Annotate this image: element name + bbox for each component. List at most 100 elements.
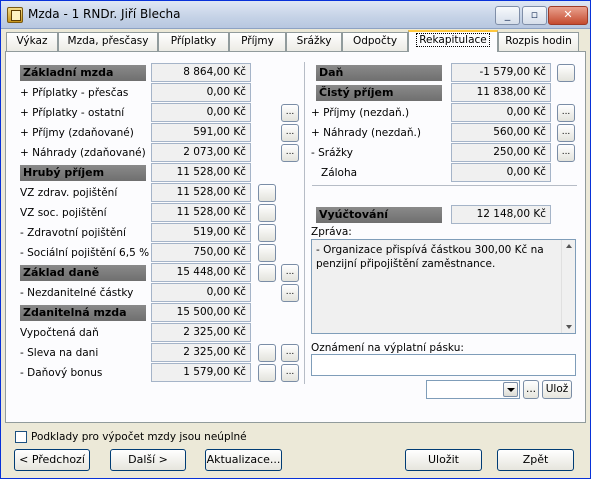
- danovy-bonus-details-button[interactable]: ...: [281, 364, 299, 382]
- value-nezdanitelne-castky: 0,00 Kč: [151, 283, 251, 302]
- oznameni-select[interactable]: [426, 380, 520, 399]
- next-button[interactable]: Další >: [110, 449, 186, 471]
- value-sleva-na-dani: 2 325,00 Kč: [151, 343, 251, 362]
- tab-odpocty[interactable]: Odpočty: [342, 32, 408, 51]
- value-hruby-prijem: 11 528,00 Kč: [151, 163, 251, 182]
- value-vypoctena-dan: 2 325,00 Kč: [151, 323, 251, 342]
- tab-vykaz[interactable]: Výkaz: [6, 32, 58, 51]
- update-button[interactable]: Aktualizace...: [205, 449, 282, 471]
- value-srazky: 250,00 Kč: [451, 143, 551, 162]
- value-cisty-prijem: 11 838,00 Kč: [451, 83, 551, 102]
- value-socialni-pojisteni: 750,00 Kč: [151, 243, 251, 262]
- header-zaklad-dane: Základ daně: [20, 265, 146, 281]
- zaklad-dane-details-button[interactable]: ...: [281, 264, 299, 282]
- value-zakladni-mzda: 8 864,00 Kč: [151, 63, 251, 82]
- value-danovy-bonus: 1 579,00 Kč: [151, 363, 251, 382]
- value-priplatky-ostatni: 0,00 Kč: [151, 103, 251, 122]
- scroll-down-icon[interactable]: [566, 325, 572, 329]
- nahrady-zdanovane-details-button[interactable]: ...: [281, 144, 299, 162]
- label-zprava: Zpráva:: [311, 226, 352, 238]
- scroll-up-icon[interactable]: [566, 244, 572, 248]
- tab-prijmy[interactable]: Příjmy: [229, 32, 286, 51]
- previous-button[interactable]: < Předchozí: [14, 449, 90, 471]
- oznameni-browse-button[interactable]: ...: [523, 380, 539, 399]
- tab-rozpis-hodin[interactable]: Rozpis hodin: [498, 32, 579, 51]
- value-nahrady-nezdan: 560,00 Kč: [451, 123, 551, 142]
- payroll-window: Mzda - 1 RNDr. Jiří Blecha _ ▫ ✕ Výkaz M…: [0, 0, 591, 479]
- value-prijmy-nezdan: 0,00 Kč: [451, 103, 551, 122]
- tab-rekapitulace-label: Rekapitulace: [416, 33, 490, 47]
- label-prijmy-zdanovane: + Příjmy (zdaňované): [20, 127, 134, 139]
- value-vyuctovani: 12 148,00 Kč: [451, 205, 551, 224]
- sleva-na-dani-button[interactable]: [258, 344, 276, 362]
- value-nahrady-zdanovane: 2 073,00 Kč: [151, 143, 251, 162]
- header-zakladni-mzda: Základní mzda: [20, 65, 146, 81]
- sleva-na-dani-details-button[interactable]: ...: [281, 344, 299, 362]
- tab-strip: Výkaz Mzda, přesčasy Příplatky Příjmy Sr…: [1, 30, 590, 52]
- back-button[interactable]: Zpět: [497, 449, 574, 471]
- label-vz-soc: VZ soc. pojištění: [20, 207, 107, 219]
- label-zaloha: Záloha: [321, 167, 358, 179]
- divider: [312, 185, 577, 186]
- window-title: Mzda - 1 RNDr. Jiří Blecha: [28, 7, 181, 21]
- value-priplatky-prescas: 0,00 Kč: [151, 83, 251, 102]
- danovy-bonus-button[interactable]: [258, 364, 276, 382]
- label-priplatky-prescas: + Příplatky - přesčas: [20, 87, 129, 99]
- vz-soc-button[interactable]: [258, 204, 276, 222]
- incomplete-data-checkbox[interactable]: [15, 431, 27, 443]
- header-zdanitelna-mzda: Zdanitelná mzda: [20, 305, 146, 321]
- label-vypoctena-dan: Vypočtená daň: [20, 327, 99, 339]
- label-nahrady-nezdan: + Náhrady (nezdaň.): [311, 127, 421, 139]
- value-zdravotni-pojisteni: 519,00 Kč: [151, 223, 251, 242]
- socialni-pojisteni-button[interactable]: [258, 244, 276, 262]
- label-zdravotni-pojisteni: - Zdravotní pojištění: [20, 227, 126, 239]
- prijmy-zdanovane-details-button[interactable]: ...: [281, 124, 299, 142]
- nezdanitelne-castky-details-button[interactable]: ...: [281, 284, 299, 302]
- title-bar: Mzda - 1 RNDr. Jiří Blecha _ ▫ ✕: [1, 1, 590, 29]
- oznameni-input[interactable]: [311, 354, 576, 376]
- label-vz-zdrav: VZ zdrav. pojištění: [20, 187, 118, 199]
- tab-rekapitulace[interactable]: Rekapitulace: [408, 30, 498, 52]
- zaklad-dane-button[interactable]: [258, 264, 276, 282]
- app-icon: [7, 7, 23, 23]
- label-srazky: - Srážky: [311, 147, 353, 159]
- label-nahrady-zdanovane: + Náhrady (zdaňované): [20, 147, 146, 159]
- label-prijmy-nezdan: + Příjmy (nezdaň.): [311, 107, 410, 119]
- zprava-scrollbar[interactable]: [561, 240, 575, 333]
- priplatky-ostatni-details-button[interactable]: ...: [281, 104, 299, 122]
- header-dan: Daň: [316, 65, 442, 81]
- label-sleva-na-dani: - Sleva na dani: [20, 347, 99, 359]
- chevron-down-icon[interactable]: [503, 382, 518, 397]
- srazky-details-button[interactable]: ...: [557, 144, 575, 162]
- nahrady-nezdan-details-button[interactable]: ...: [557, 124, 575, 142]
- value-dan: -1 579,00 Kč: [451, 63, 551, 82]
- label-danovy-bonus: - Daňový bonus: [20, 367, 103, 379]
- zprava-text: - Organizace přispívá částkou 300,00 Kč …: [316, 244, 544, 270]
- header-vyuctovani: Vyúčtování: [316, 207, 442, 223]
- zprava-textarea[interactable]: - Organizace přispívá částkou 300,00 Kč …: [311, 239, 576, 334]
- recap-panel: Základní mzda 8 864,00 Kč + Příplatky - …: [5, 51, 586, 423]
- zdravotni-pojisteni-button[interactable]: [258, 224, 276, 242]
- save-button[interactable]: Uložit: [405, 449, 482, 471]
- dan-button[interactable]: [557, 64, 575, 82]
- minimize-button[interactable]: _: [495, 6, 520, 25]
- label-priplatky-ostatni: + Příplatky - ostatní: [20, 107, 125, 119]
- tab-priplatky[interactable]: Příplatky: [158, 32, 229, 51]
- tab-srazky[interactable]: Srážky: [286, 32, 342, 51]
- vz-zdrav-button[interactable]: [258, 184, 276, 202]
- header-hruby-prijem: Hrubý příjem: [20, 165, 146, 181]
- column-divider: [304, 62, 305, 384]
- label-socialni-pojisteni: - Sociální pojištění 6,5 %: [20, 247, 150, 259]
- tab-mzda-prescasy[interactable]: Mzda, přesčasy: [58, 32, 158, 51]
- restore-button[interactable]: ▫: [522, 6, 547, 25]
- close-button[interactable]: ✕: [548, 6, 588, 25]
- label-nezdanitelne-castky: - Nezdanitelné částky: [20, 287, 134, 299]
- value-vz-zdrav: 11 528,00 Kč: [151, 183, 251, 202]
- value-prijmy-zdanovane: 591,00 Kč: [151, 123, 251, 142]
- header-cisty-prijem: Čistý příjem: [316, 85, 442, 101]
- incomplete-data-label: Podklady pro výpočet mzdy jsou neúplné: [31, 431, 247, 443]
- value-zaloha: 0,00 Kč: [451, 163, 551, 182]
- value-vz-soc: 11 528,00 Kč: [151, 203, 251, 222]
- oznameni-uloz-button[interactable]: Ulož: [542, 380, 572, 399]
- prijmy-nezdan-details-button[interactable]: ...: [557, 104, 575, 122]
